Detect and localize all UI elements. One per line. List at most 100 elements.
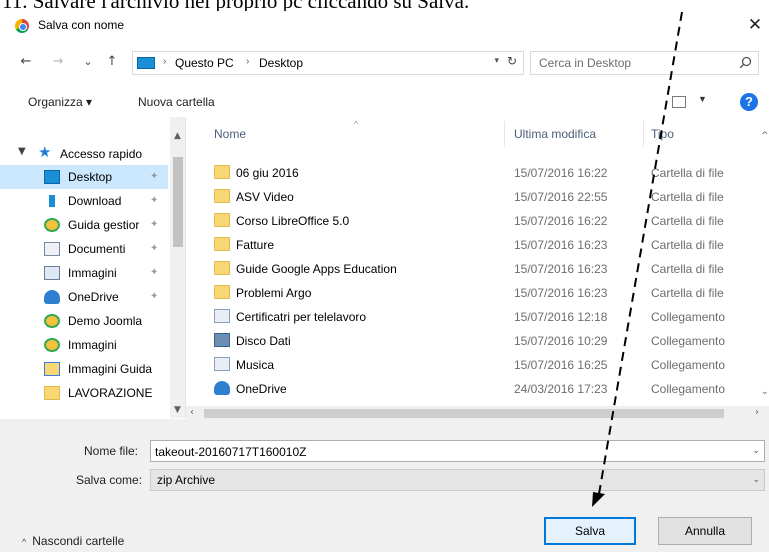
column-divider[interactable]: [504, 121, 505, 147]
file-name: ASV Video: [236, 190, 294, 204]
table-row[interactable]: ASV Video 15/07/2016 22:55 Cartella di fil…: [186, 185, 769, 209]
pin-icon[interactable]: ✦: [150, 243, 158, 254]
address-bar[interactable]: › Questo PC › Desktop ▾ ↻: [132, 51, 524, 75]
sort-indicator-icon: ^: [354, 119, 359, 129]
sidebar-item-label: Immagini: [68, 338, 117, 352]
pin-icon[interactable]: ✦: [150, 195, 158, 206]
file-modified: 15/07/2016 10:29: [514, 334, 608, 348]
table-row[interactable]: Corso LibreOffice 5.0 15/07/2016 16:22 Car…: [186, 209, 769, 233]
savetype-value: zip Archive: [157, 473, 216, 487]
file-name: Corso LibreOffice 5.0: [236, 214, 350, 228]
new-folder-button[interactable]: Nuova cartella: [138, 95, 215, 109]
sidebar-item[interactable]: OneDrive ✦: [0, 285, 168, 309]
search-box[interactable]: [530, 51, 759, 75]
sidebar-item-label: Download: [68, 194, 122, 208]
file-name: Problemi Argo: [236, 286, 312, 300]
sidebar-item-label: Immagini Guida: [68, 362, 153, 376]
sidebar-item[interactable]: Immagini ✦: [0, 261, 168, 285]
sidebar-scrollbar[interactable]: ▲ ▼: [170, 117, 185, 418]
scroll-down-icon[interactable]: ▼: [174, 405, 181, 415]
pin-icon[interactable]: ✦: [150, 291, 158, 302]
close-button[interactable]: ✕: [747, 15, 763, 35]
file-type: Cartella di file: [651, 166, 724, 180]
scroll-right-icon[interactable]: ›: [755, 407, 759, 418]
drive-folder-icon: [44, 314, 60, 328]
shared-folder-icon: [44, 362, 60, 376]
download-icon: [44, 194, 60, 208]
horizontal-scrollbar[interactable]: ‹ ›: [186, 406, 769, 420]
filename-field[interactable]: ⌄: [150, 440, 765, 462]
view-options-icon[interactable]: [672, 96, 686, 108]
back-arrow-icon[interactable]: ←: [18, 53, 34, 71]
file-modified: 15/07/2016 16:23: [514, 286, 608, 300]
column-header-name[interactable]: Nome: [214, 117, 246, 149]
chevron-down-icon[interactable]: ⌄: [752, 445, 760, 456]
file-modified: 15/07/2016 22:55: [514, 190, 608, 204]
help-button[interactable]: ?: [740, 93, 758, 111]
scrollbar-thumb[interactable]: [173, 157, 183, 247]
sidebar-item[interactable]: Guida gestior ✦: [0, 213, 168, 237]
sidebar-item-quick-access[interactable]: ▼ ★ Accesso rapido: [0, 141, 168, 165]
title-bar: Salva con nome ✕: [0, 11, 769, 41]
command-bar: Organizza ▾ Nuova cartella ▼ ?: [0, 87, 769, 117]
file-list-scrollbar[interactable]: ^ ⌄: [761, 117, 769, 407]
sidebar-item[interactable]: Demo Joomla: [0, 309, 168, 333]
documents-icon: [44, 242, 60, 256]
this-pc-icon: [137, 57, 155, 69]
organize-menu-button[interactable]: Organizza ▾: [28, 95, 92, 109]
column-header-modified[interactable]: Ultima modifica: [514, 117, 596, 149]
table-row[interactable]: Guide Google Apps Education 15/07/2016 16…: [186, 257, 769, 281]
chevron-down-icon[interactable]: ⌄: [752, 474, 760, 485]
chevron-down-icon[interactable]: ▼: [18, 146, 26, 157]
search-input[interactable]: [539, 55, 719, 71]
table-row[interactable]: Certificatri per telelavoro 15/07/2016 12…: [186, 305, 769, 329]
scroll-up-icon[interactable]: ^: [761, 131, 769, 141]
pin-icon[interactable]: ✦: [150, 171, 158, 182]
table-row[interactable]: Musica 15/07/2016 16:25 Collegamento: [186, 353, 769, 377]
drive-shortcut-icon: [214, 333, 230, 347]
pin-icon[interactable]: ✦: [150, 267, 158, 278]
column-header-type[interactable]: Tipo: [651, 117, 674, 149]
scroll-down-icon[interactable]: ⌄: [761, 387, 769, 397]
scrollbar-thumb[interactable]: [204, 409, 724, 418]
sidebar-item[interactable]: Immagini Guida: [0, 357, 168, 381]
forward-arrow-icon[interactable]: →: [50, 53, 66, 71]
address-row: ← → ⌄ ↑ › Questo PC › Desktop ▾ ↻: [0, 47, 769, 81]
file-name: Fatture: [236, 238, 275, 252]
sidebar-item[interactable]: Immagini: [0, 333, 168, 357]
file-name: 06 giu 2016: [236, 166, 299, 180]
breadcrumb-separator-icon: ›: [246, 56, 250, 67]
hide-folders-button[interactable]: ^ Nascondi cartelle: [22, 534, 124, 548]
column-divider[interactable]: [643, 121, 644, 147]
savetype-select[interactable]: zip Archive ⌄: [150, 469, 765, 491]
sidebar-item-label: OneDrive: [68, 290, 119, 304]
recent-locations-icon[interactable]: ⌄: [80, 53, 96, 71]
save-button[interactable]: Salva: [544, 517, 636, 545]
table-row[interactable]: Problemi Argo 15/07/2016 16:23 Cartella di…: [186, 281, 769, 305]
scroll-up-icon[interactable]: ▲: [174, 131, 181, 141]
sidebar-item[interactable]: Download ✦: [0, 189, 168, 213]
refresh-icon[interactable]: ↻: [507, 54, 517, 68]
scroll-left-icon[interactable]: ‹: [190, 407, 194, 418]
folder-icon: [44, 386, 60, 400]
breadcrumb-this-pc[interactable]: Questo PC: [175, 56, 234, 70]
chevron-down-icon[interactable]: ▼: [698, 94, 707, 104]
folder-icon: [214, 189, 230, 203]
table-row[interactable]: 06 giu 2016 15/07/2016 16:22 Cartella di f…: [186, 161, 769, 185]
up-arrow-icon[interactable]: ↑: [104, 53, 120, 71]
sidebar-item[interactable]: Desktop ✦: [0, 165, 168, 189]
chevron-down-icon[interactable]: ▾: [494, 55, 499, 66]
breadcrumb-desktop[interactable]: Desktop: [259, 56, 303, 70]
file-type: Cartella di file: [651, 190, 724, 204]
savetype-label: Salva come:: [76, 473, 143, 487]
table-row[interactable]: Fatture 15/07/2016 16:23 Cartella di file: [186, 233, 769, 257]
pin-icon[interactable]: ✦: [150, 219, 158, 230]
table-row[interactable]: Disco Dati 15/07/2016 10:29 Collegamento: [186, 329, 769, 353]
cancel-button[interactable]: Annulla: [658, 517, 752, 545]
sidebar-item[interactable]: Documenti ✦: [0, 237, 168, 261]
sidebar-item[interactable]: LAVORAZIONE: [0, 381, 168, 405]
table-row[interactable]: OneDrive 24/03/2016 17:23 Collegamento: [186, 377, 769, 401]
file-name: Disco Dati: [236, 334, 291, 348]
folder-icon: [214, 285, 230, 299]
filename-input[interactable]: [155, 444, 735, 459]
